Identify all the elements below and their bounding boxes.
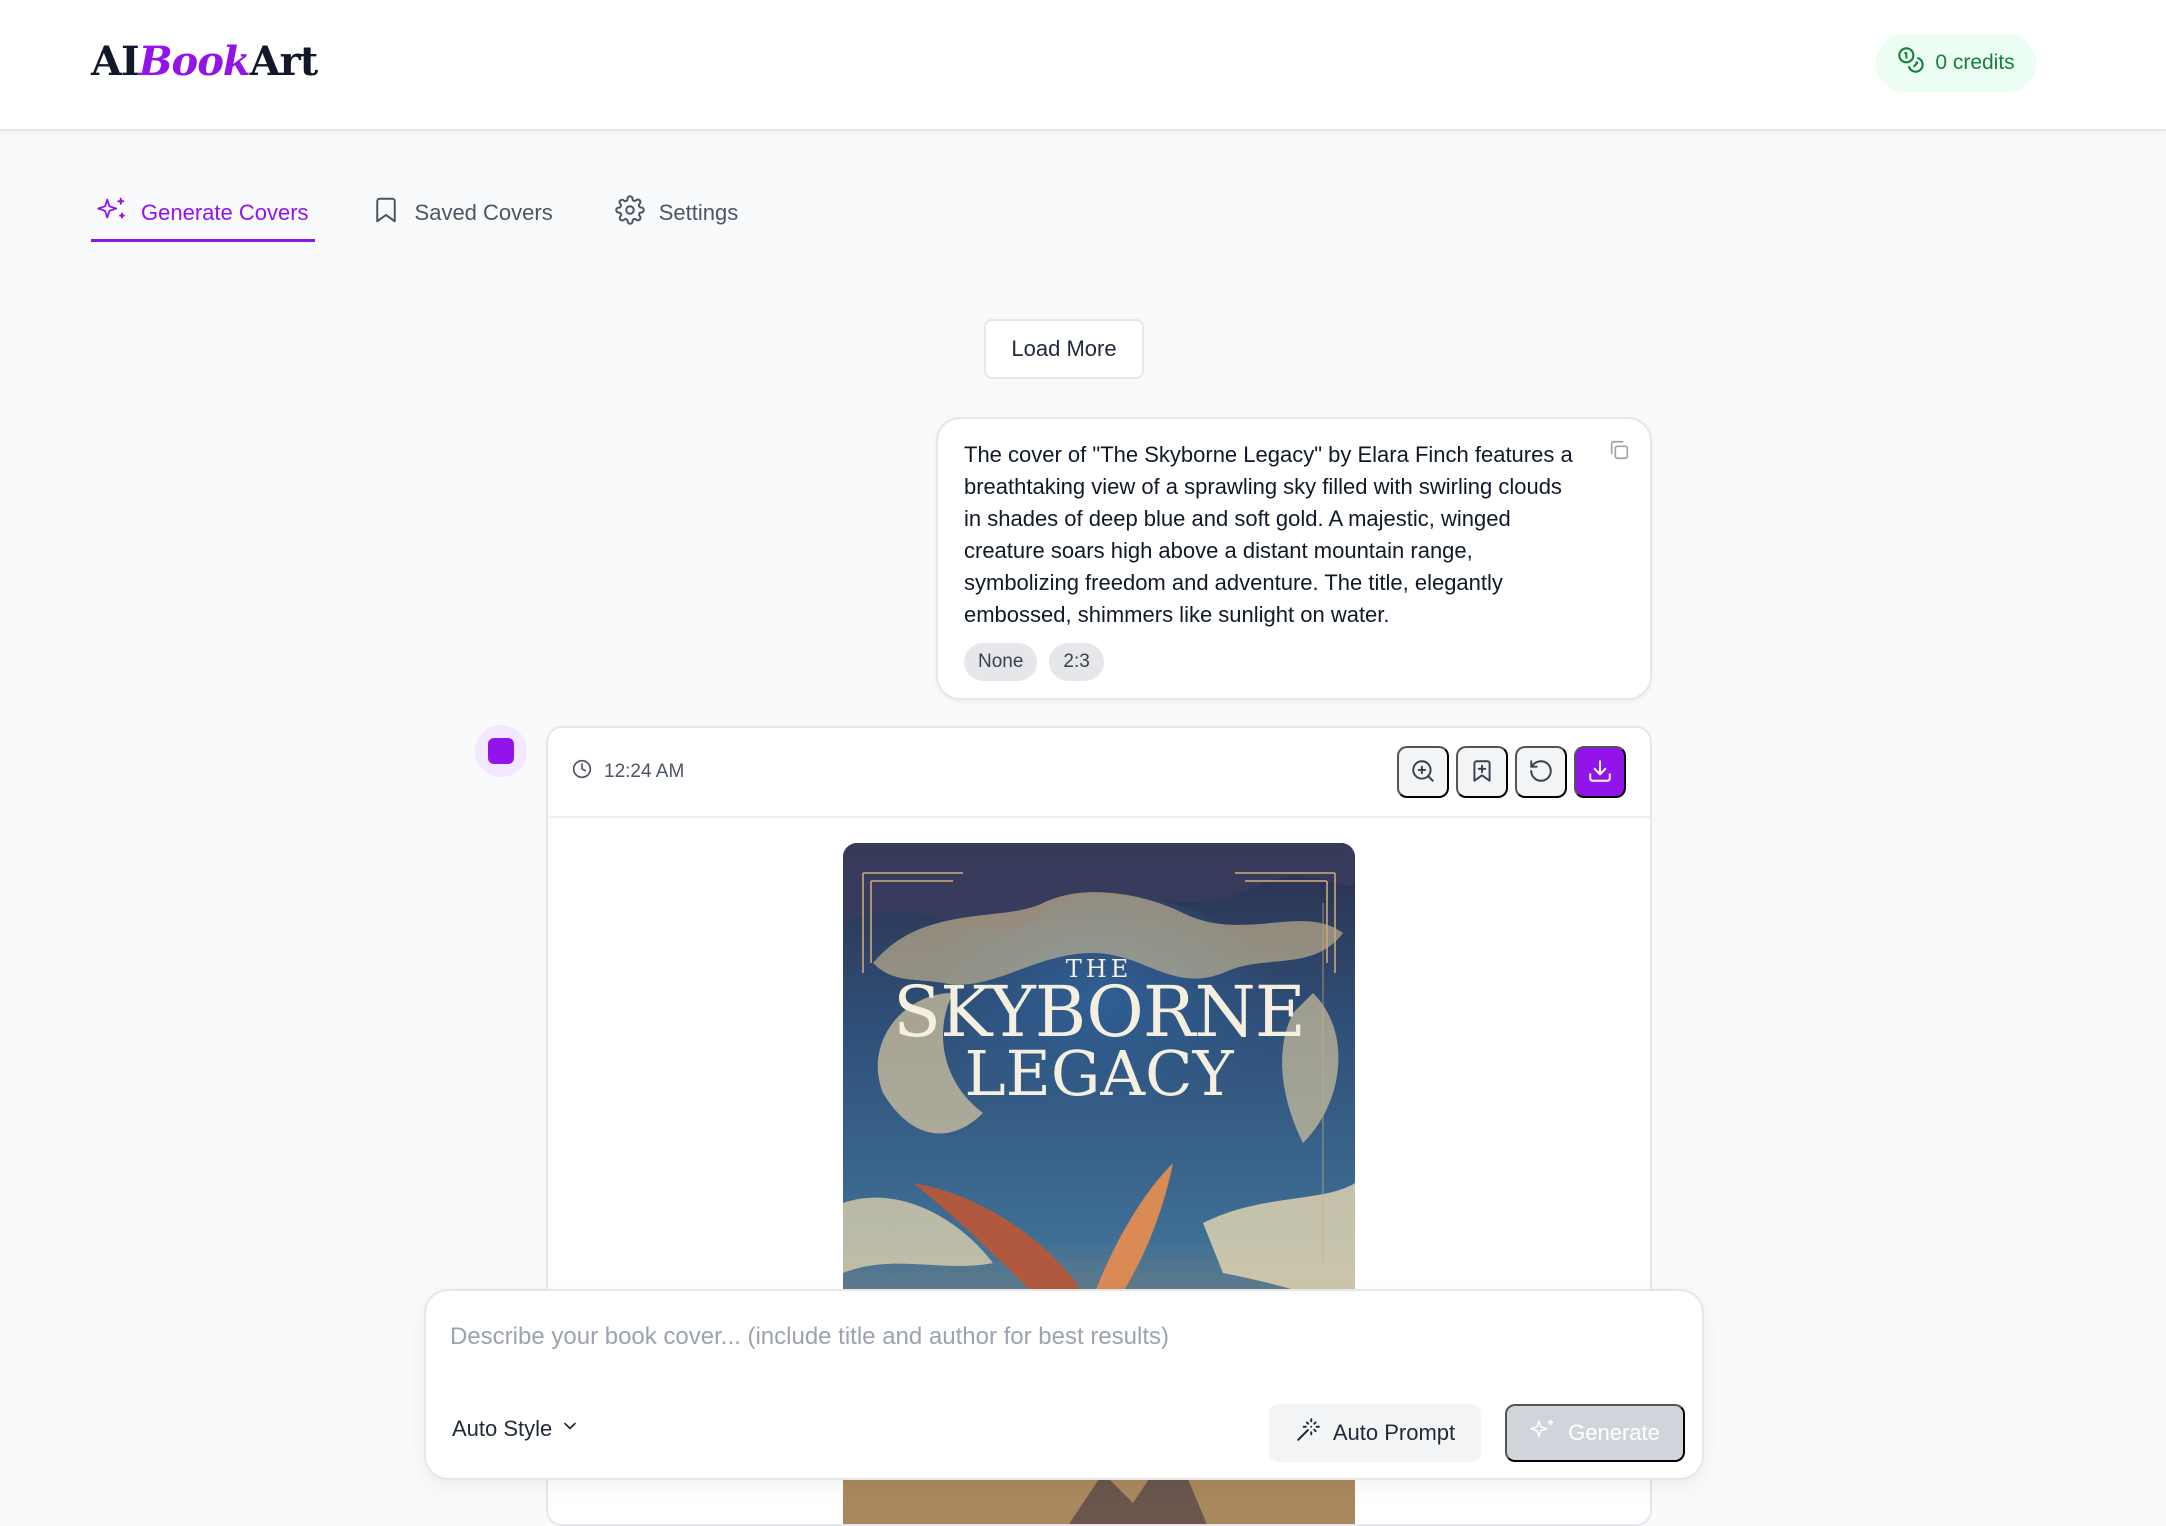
auto-prompt-button[interactable]: Auto Prompt (1269, 1404, 1481, 1462)
tab-label: Saved Covers (414, 199, 553, 225)
prompt-bubble: The cover of "The Skyborne Legacy" by El… (936, 417, 1652, 700)
app-header: AI Book Art 0 credits (0, 0, 2166, 131)
clock-icon (572, 759, 592, 785)
generate-button[interactable]: Generate (1505, 1404, 1685, 1462)
tab-saved-covers[interactable]: Saved Covers (365, 186, 559, 242)
coins-icon (1897, 46, 1925, 80)
tab-label: Settings (658, 199, 739, 225)
tab-label: Generate Covers (141, 199, 309, 225)
prompt-composer: Auto Style Auto Prompt Generate (424, 1289, 1704, 1480)
assistant-avatar (475, 725, 527, 777)
auto-prompt-label: Auto Prompt (1332, 1420, 1456, 1445)
main-tabs: Generate Covers Saved Covers Settings (91, 186, 794, 242)
style-chip: None (964, 643, 1038, 681)
chevron-down-icon (560, 1416, 580, 1442)
magic-wand-icon (1295, 1417, 1321, 1449)
avatar-square-icon (488, 738, 514, 764)
cover-title-line2: LEGACY (964, 1037, 1234, 1110)
tab-generate-covers[interactable]: Generate Covers (91, 186, 315, 242)
logo-suffix: Art (249, 38, 319, 85)
download-icon (1587, 758, 1613, 787)
app-logo[interactable]: AI Book Art (91, 38, 319, 88)
zoom-in-icon (1410, 758, 1436, 787)
style-dropdown[interactable]: Auto Style (452, 1409, 580, 1449)
download-button[interactable] (1574, 746, 1626, 798)
timestamp-label: 12:24 AM (604, 761, 685, 782)
prompt-text: The cover of "The Skyborne Legacy" by El… (964, 442, 1573, 627)
generate-label: Generate (1568, 1420, 1660, 1445)
cover-description-input[interactable] (450, 1317, 1650, 1357)
copy-icon[interactable] (1608, 439, 1630, 461)
load-more-button[interactable]: Load More (984, 319, 1144, 379)
credits-label: 0 credits (1935, 51, 2015, 74)
bookmark-icon (371, 195, 401, 231)
sparkles-icon (1530, 1417, 1556, 1449)
style-dropdown-label: Auto Style (452, 1416, 553, 1441)
prompt-chips: None 2:3 (964, 643, 1624, 681)
sparkles-icon (97, 195, 127, 231)
regenerate-icon (1528, 758, 1554, 787)
regenerate-button[interactable] (1515, 746, 1567, 798)
result-timestamp: 12:24 AM (572, 759, 684, 785)
result-actions (1397, 746, 1626, 798)
result-header: 12:24 AM (548, 728, 1650, 818)
gear-icon (615, 194, 645, 231)
zoom-in-button[interactable] (1397, 746, 1449, 798)
credits-badge[interactable]: 0 credits (1876, 34, 2036, 92)
tab-settings[interactable]: Settings (609, 186, 745, 242)
bookmark-plus-icon (1469, 758, 1495, 787)
logo-middle: Book (138, 38, 251, 85)
logo-prefix: AI (91, 38, 140, 85)
save-cover-button[interactable] (1456, 746, 1508, 798)
aspect-ratio-chip: 2:3 (1049, 643, 1104, 681)
